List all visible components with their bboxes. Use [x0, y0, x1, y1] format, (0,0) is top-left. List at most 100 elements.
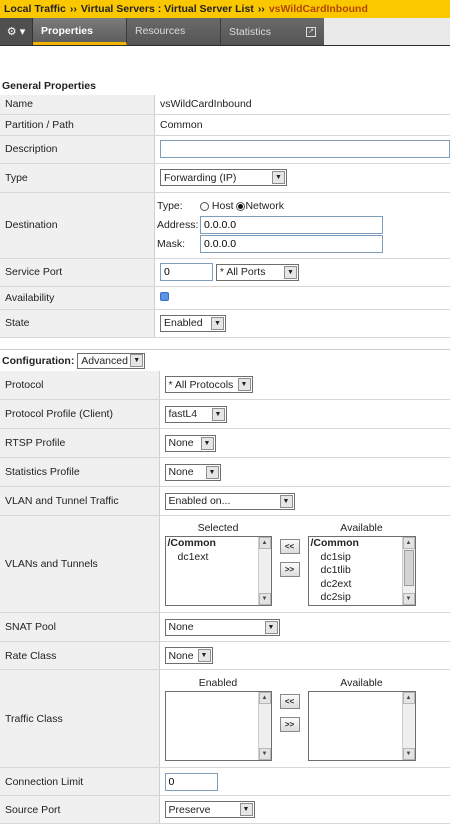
statistics-profile-select-value: None: [168, 466, 194, 478]
type-select[interactable]: Forwarding (IP) ▼: [160, 169, 287, 186]
vlan-traffic-label: VLAN and Tunnel Traffic: [0, 486, 160, 516]
move-left-button[interactable]: <<: [279, 539, 300, 554]
row-protocol: Protocol * All Protocols ▼: [0, 370, 450, 400]
tab-statistics[interactable]: Statistics ↗: [221, 18, 324, 45]
row-vlans: VLANs and Tunnels Selected /Common dc1ex…: [0, 515, 450, 613]
service-port-input[interactable]: [160, 263, 213, 281]
destination-address-input[interactable]: [200, 216, 383, 234]
traffic-move-left-button[interactable]: <<: [279, 693, 300, 709]
scroll-up-icon[interactable]: ▲: [258, 691, 271, 704]
list-item[interactable]: dc2ext: [309, 578, 415, 592]
source-port-select[interactable]: Preserve ▼: [164, 801, 255, 818]
rate-class-select[interactable]: None ▼: [164, 647, 213, 664]
description-label: Description: [0, 135, 155, 164]
rtsp-profile-select[interactable]: None ▼: [164, 434, 216, 452]
connection-limit-input[interactable]: [164, 772, 218, 791]
snat-pool-select[interactable]: None ▼: [164, 618, 280, 636]
state-select-value: Enabled: [164, 317, 203, 329]
row-name: Name vsWildCardInbound: [0, 95, 450, 115]
configuration-table: Protocol * All Protocols ▼ Protocol Profi…: [0, 370, 450, 824]
chevron-down-icon: ▼: [200, 436, 214, 450]
snat-pool-label: SNAT Pool: [0, 612, 160, 642]
state-select[interactable]: Enabled ▼: [160, 314, 226, 332]
vlan-traffic-select[interactable]: Enabled on... ▼: [164, 492, 295, 510]
row-partition: Partition / Path Common: [0, 114, 450, 136]
configuration-mode-select[interactable]: Advanced ▼: [77, 352, 146, 369]
list-item[interactable]: /Common: [309, 537, 415, 551]
row-snat-pool: SNAT Pool None ▼: [0, 612, 450, 642]
list-item[interactable]: dc1ext: [166, 551, 271, 565]
vlans-label: VLANs and Tunnels: [0, 515, 160, 613]
row-type: Type Forwarding (IP) ▼: [0, 163, 450, 193]
scroll-down-icon[interactable]: ▼: [402, 747, 415, 760]
row-availability: Availability: [0, 286, 450, 310]
row-service-port: Service Port * All Ports ▼: [0, 258, 450, 287]
type-select-value: Forwarding (IP): [164, 171, 237, 184]
chevron-down-icon: ▼: [205, 465, 219, 479]
row-destination: Destination Type: Host Network Address: …: [0, 192, 450, 259]
destination-mask-label: Mask:: [157, 238, 186, 250]
source-port-select-value: Preserve: [168, 803, 211, 816]
scrollbar-thumb[interactable]: [403, 550, 414, 586]
destination-mask-input[interactable]: [200, 235, 383, 253]
chevron-down-icon: ▼: [239, 803, 253, 816]
traffic-available-heading: Available: [340, 676, 383, 689]
row-vlan-traffic: VLAN and Tunnel Traffic Enabled on... ▼: [0, 486, 450, 516]
scroll-up-icon[interactable]: ▲: [402, 537, 415, 549]
breadcrumb-local-traffic[interactable]: Local Traffic: [4, 3, 66, 15]
availability-label: Availability: [0, 286, 155, 310]
scroll-up-icon[interactable]: ▲: [402, 691, 415, 704]
connection-limit-label: Connection Limit: [0, 767, 160, 796]
traffic-enabled-list[interactable]: ▲ ▼: [164, 690, 272, 761]
list-item[interactable]: dc1sip: [309, 551, 415, 565]
tab-resources[interactable]: Resources: [127, 18, 221, 45]
scroll-down-icon[interactable]: ▼: [258, 747, 271, 760]
chevron-down-icon: ▼: [279, 494, 293, 508]
move-right-button[interactable]: >>: [279, 562, 300, 577]
destination-host-radio[interactable]: [200, 201, 209, 211]
list-item[interactable]: dc1tlib: [309, 564, 415, 578]
scrollbar[interactable]: ▲ ▼: [401, 691, 415, 760]
destination-network-radio[interactable]: [236, 201, 246, 211]
vlans-available-heading: Available: [340, 522, 383, 534]
destination-host-label: Host: [211, 200, 234, 212]
vlans-available-list[interactable]: /Common dc1sip dc1tlib dc2ext dc2sip ▲ ▼: [307, 536, 416, 606]
traffic-enabled-heading: Enabled: [198, 676, 238, 689]
gear-menu-button[interactable]: ⚙ ▾: [0, 18, 33, 45]
protocol-select-value: * All Protocols: [168, 378, 234, 391]
protocol-profile-select[interactable]: fastL4 ▼: [164, 405, 227, 423]
list-item[interactable]: dc2sip: [309, 591, 415, 605]
breadcrumb-virtual-server-list[interactable]: Virtual Servers : Virtual Server List: [81, 3, 254, 15]
list-item[interactable]: /Common: [166, 537, 271, 551]
traffic-available-list[interactable]: ▲ ▼: [307, 690, 416, 761]
configuration-title: Configuration:: [2, 354, 75, 367]
general-properties-heading: General Properties: [0, 76, 450, 95]
row-rate-class: Rate Class None ▼: [0, 641, 450, 670]
open-new-window-icon[interactable]: ↗: [306, 26, 316, 37]
type-label: Type: [0, 163, 155, 193]
row-rtsp-profile: RTSP Profile None ▼: [0, 428, 450, 458]
statistics-profile-label: Statistics Profile: [0, 457, 160, 487]
chevron-down-icon: ▼: [130, 354, 144, 367]
protocol-profile-label: Protocol Profile (Client): [0, 399, 160, 429]
scroll-down-icon[interactable]: ▼: [402, 593, 415, 605]
protocol-select[interactable]: * All Protocols ▼: [164, 376, 253, 394]
traffic-move-right-button[interactable]: >>: [279, 716, 300, 732]
row-protocol-profile: Protocol Profile (Client) fastL4 ▼: [0, 399, 450, 429]
description-input[interactable]: [160, 140, 450, 158]
scrollbar[interactable]: ▲ ▼: [257, 691, 271, 760]
service-port-select[interactable]: * All Ports ▼: [215, 263, 299, 281]
scroll-down-icon[interactable]: ▼: [258, 593, 271, 605]
row-description: Description: [0, 135, 450, 164]
destination-label: Destination: [0, 192, 155, 259]
statistics-profile-select[interactable]: None ▼: [164, 463, 221, 481]
general-properties-table: Name vsWildCardInbound Partition / Path …: [0, 95, 450, 338]
vlans-selected-list[interactable]: /Common dc1ext ▲ ▼: [164, 536, 272, 606]
tab-statistics-label: Statistics: [229, 25, 272, 38]
scrollbar[interactable]: ▲ ▼: [257, 537, 271, 605]
vlans-selected-heading: Selected: [197, 522, 239, 534]
scroll-up-icon[interactable]: ▲: [258, 537, 271, 549]
tab-properties[interactable]: Properties: [33, 18, 127, 45]
scrollbar[interactable]: ▲ ▼: [401, 537, 415, 605]
breadcrumb-current: vsWildCardInbound: [268, 3, 368, 15]
